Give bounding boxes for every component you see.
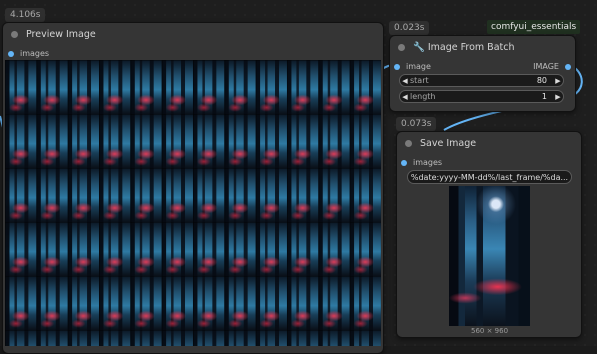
preview-node-header[interactable]: Preview Image [3, 23, 383, 45]
preview-node-title: Preview Image [26, 28, 96, 40]
increment-arrow-icon[interactable]: ▶ [553, 93, 563, 101]
decrement-arrow-icon[interactable]: ◀ [400, 93, 410, 101]
batch-node-header[interactable]: 🔧 Image From Batch [390, 36, 575, 58]
saved-image-preview[interactable] [449, 186, 530, 326]
output-socket-icon[interactable] [565, 63, 571, 70]
preview-image-grid [5, 60, 381, 346]
decrement-arrow-icon[interactable]: ◀ [400, 77, 410, 85]
batch-image-input[interactable]: image [394, 62, 431, 71]
filename-prefix-value: %date:yyyy-MM-dd%/last_frame/%da... [410, 172, 569, 182]
input-socket-icon[interactable] [394, 63, 400, 70]
collapse-dot-icon[interactable] [405, 139, 412, 147]
batch-node-title: 🔧 Image From Batch [413, 41, 515, 53]
preview-time-badge: 4.106s [5, 8, 46, 22]
length-value[interactable]: 1 [542, 92, 547, 101]
save-time-badge: 0.073s [396, 117, 437, 131]
start-widget[interactable]: ◀ start 80 ▶ [399, 74, 564, 87]
save-node-header[interactable]: Save Image [397, 132, 581, 154]
filename-prefix-field[interactable]: %date:yyyy-MM-dd%/last_frame/%da... [407, 170, 572, 184]
length-widget[interactable]: ◀ length 1 ▶ [399, 90, 564, 103]
save-images-input[interactable]: images [401, 158, 442, 167]
input-socket-icon[interactable] [8, 50, 14, 57]
batch-time-badge: 0.023s [389, 21, 430, 35]
preview-images-input[interactable]: images [8, 49, 49, 58]
collapse-dot-icon[interactable] [398, 43, 405, 51]
image-size-caption: 560 × 960 [471, 327, 509, 335]
collapse-dot-icon[interactable] [11, 30, 18, 38]
save-input-label: images [413, 158, 443, 167]
batch-input-label: image [406, 62, 431, 71]
image-from-batch-node[interactable]: 🔧 Image From Batch image IMAGE ◀ start 8… [389, 35, 576, 112]
length-label: length [410, 92, 436, 101]
start-label: start [410, 76, 429, 85]
start-value[interactable]: 80 [537, 76, 547, 85]
batch-output-label: IMAGE [533, 62, 559, 71]
extension-badge: comfyui_essentials [487, 20, 581, 34]
input-socket-icon[interactable] [401, 159, 407, 166]
increment-arrow-icon[interactable]: ▶ [553, 77, 563, 85]
batch-image-output[interactable]: IMAGE [533, 62, 571, 71]
save-node-title: Save Image [420, 137, 477, 149]
preview-input-label: images [20, 49, 50, 58]
